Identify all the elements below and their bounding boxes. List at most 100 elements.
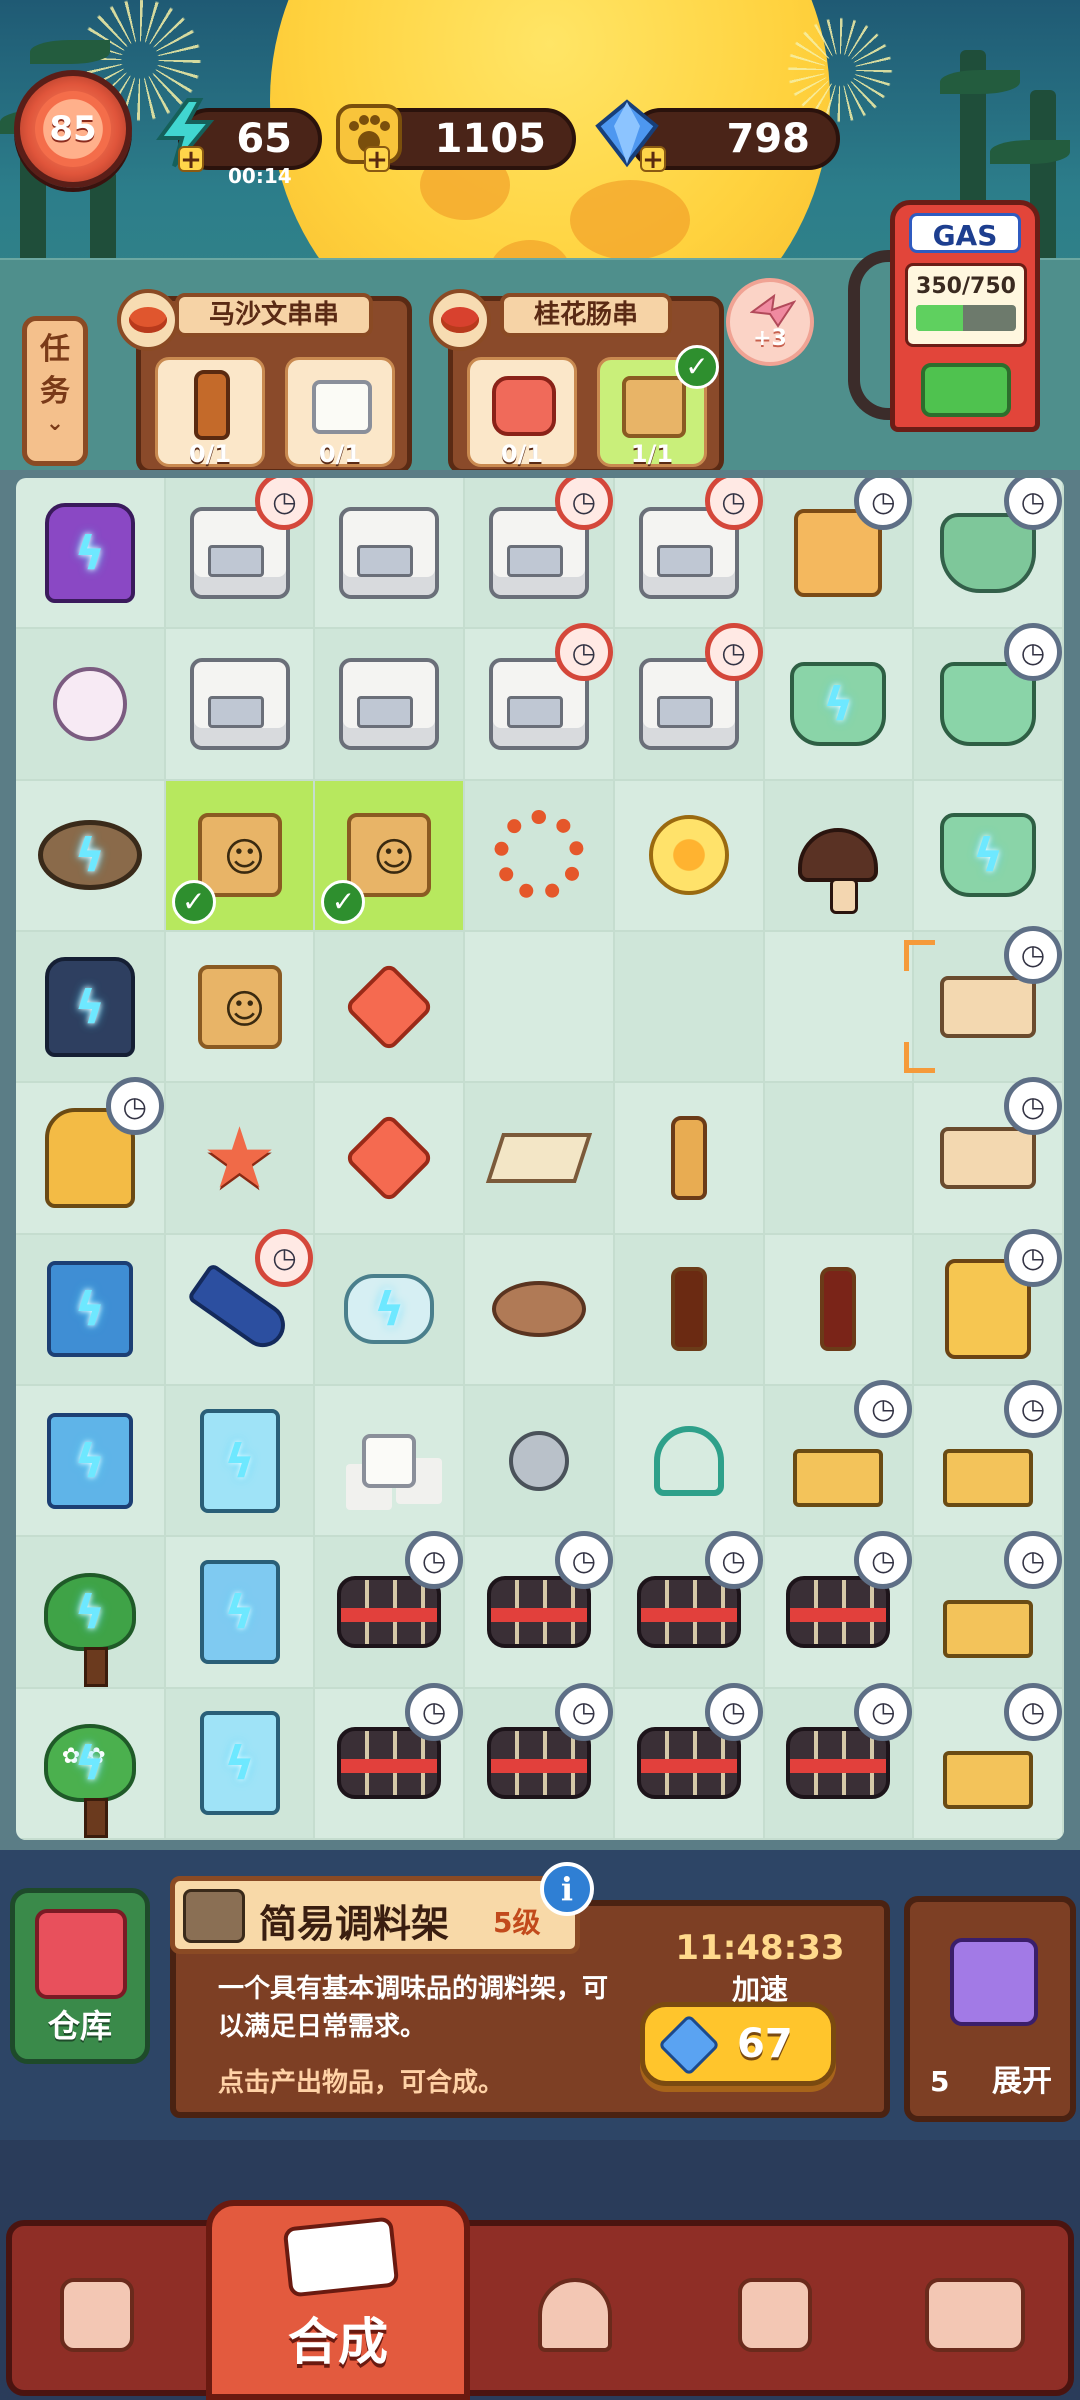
board-cell[interactable] [614, 780, 765, 932]
small-takeout-bag-item[interactable] [188, 955, 292, 1059]
board-cell[interactable]: ϟ [16, 1234, 166, 1386]
red-gem-small-item[interactable] [337, 1106, 441, 1210]
board-cell[interactable] [614, 1234, 765, 1386]
board-cell[interactable]: ◷ [614, 1682, 765, 1840]
board-cell[interactable] [465, 1385, 615, 1538]
coin-plus-icon[interactable]: + [364, 146, 390, 173]
board-cell[interactable]: ◷ [764, 478, 915, 630]
gem-plus-icon[interactable]: + [640, 146, 666, 173]
board-cell[interactable]: ϟ [165, 1688, 316, 1840]
gas-refill-button[interactable] [921, 363, 1011, 417]
bowl-generator-item[interactable]: ϟ [37, 803, 142, 907]
board-cell[interactable]: ϟ [315, 1234, 466, 1386]
sauce-bottle-item[interactable] [637, 1106, 741, 1210]
board-cell[interactable]: ϟ [764, 629, 915, 781]
ice-cabinet-item[interactable]: ϟ [188, 1408, 292, 1513]
board-cell[interactable]: ◷ [315, 1531, 466, 1689]
skewer-fryer-item[interactable]: ϟ [786, 652, 890, 756]
board-cell[interactable]: ◷ [914, 1379, 1064, 1538]
nav-travel[interactable] [900, 2250, 1050, 2380]
freezer-item[interactable]: ϟ [188, 1711, 292, 1816]
scissors-item[interactable] [637, 1409, 741, 1513]
board-cell[interactable]: ◷ [764, 1682, 915, 1840]
board-cell[interactable]: ◷ [614, 1531, 765, 1689]
board-cell[interactable] [315, 629, 466, 781]
board-cell[interactable]: ϟ [16, 1385, 166, 1538]
porcelain-egg-item[interactable] [38, 652, 142, 756]
board-cell[interactable]: ◷ [904, 925, 1064, 1084]
oven-item[interactable] [337, 501, 441, 605]
leaf-tree-item[interactable]: ϟ [38, 1560, 142, 1687]
nav-restaurant[interactable] [500, 2250, 650, 2380]
flower-tree-item[interactable]: ϟ [38, 1711, 142, 1839]
player-level-badge[interactable]: 85 [14, 70, 132, 188]
board-cell[interactable]: ◷ [764, 1531, 915, 1689]
board-cell[interactable]: ◷ [914, 478, 1064, 630]
shiitake-mushroom-item[interactable] [786, 803, 890, 915]
speedup-button[interactable]: 67 [640, 2002, 836, 2086]
board-cell[interactable] [764, 1083, 915, 1235]
board-cell[interactable] [465, 1083, 615, 1235]
gas-pump[interactable]: GAS 350/750 [890, 200, 1040, 432]
board-cell[interactable] [614, 931, 765, 1084]
oven-highlighted-item[interactable] [188, 652, 292, 756]
board-cell[interactable]: ϟ [16, 1688, 166, 1840]
board-cell[interactable]: ◷ [465, 478, 615, 630]
board-cell[interactable] [165, 931, 316, 1084]
pepper-cookie-item[interactable] [487, 1257, 591, 1361]
towel-roll-item[interactable]: ϟ [337, 1257, 441, 1361]
board-cell[interactable]: ◷ [914, 1682, 1064, 1840]
board-cell[interactable] [315, 478, 466, 630]
board-cell[interactable] [465, 931, 615, 1084]
osmanthus-flower-item[interactable] [637, 803, 741, 907]
board-cell[interactable]: ◷ [614, 478, 765, 630]
board-cell[interactable]: ◷ [614, 623, 765, 781]
warehouse-button[interactable]: 仓库 [10, 1888, 150, 2064]
recipe-book-item[interactable]: ϟ [38, 1257, 142, 1361]
board-cell[interactable] [165, 629, 316, 781]
gold-book-item[interactable]: ϟ [38, 1409, 142, 1513]
board-cell[interactable]: ◷ [465, 1531, 615, 1689]
board-cell[interactable] [614, 1385, 765, 1538]
reward-bubble[interactable]: +3 [726, 278, 814, 366]
board-cell[interactable]: ◷ [914, 1228, 1064, 1386]
board-cell[interactable] [764, 1234, 915, 1386]
board-cell[interactable]: ϟ [165, 1385, 316, 1538]
nav-shop[interactable] [22, 2250, 172, 2380]
oven-item[interactable] [337, 652, 441, 756]
board-cell[interactable]: ◷ [764, 1379, 915, 1538]
board-cell[interactable]: ◷ [914, 1531, 1064, 1689]
red-crystal-item[interactable] [337, 955, 441, 1059]
order-card-1[interactable]: 马沙文串串 0/1 0/1 [117, 289, 412, 474]
board-cell[interactable]: ◷ [914, 1077, 1064, 1235]
board-cell[interactable] [764, 931, 915, 1084]
board-cell[interactable] [315, 1083, 466, 1235]
board-cell[interactable]: ◷ [165, 1228, 316, 1386]
board-cell[interactable]: ϟ [16, 1537, 166, 1689]
chili-jar-item[interactable] [637, 1257, 741, 1361]
board-cell[interactable]: ★ [165, 1083, 316, 1235]
expand-inventory-button[interactable]: 5 展开 [904, 1896, 1076, 2122]
energy-plus-icon[interactable]: + [178, 146, 204, 173]
board-cell[interactable]: ◷ [165, 478, 316, 630]
order-card-2[interactable]: 桂花肠串 0/1 1/1 ✓ [429, 289, 724, 474]
dark-bag-generator-item[interactable]: ϟ [38, 955, 142, 1059]
board-cell[interactable]: ✓ [315, 780, 466, 932]
skewer-cart-item[interactable]: ϟ [936, 803, 1040, 907]
sugar-cubes-item[interactable] [337, 1409, 441, 1513]
open-cabinet-item[interactable]: ϟ [188, 1559, 292, 1664]
board-cell[interactable]: ◷ [16, 1077, 166, 1235]
info-icon[interactable]: i [540, 1862, 594, 1916]
board-cell[interactable]: ◷ [315, 1682, 466, 1840]
nav-merge[interactable]: 合成 [206, 2200, 470, 2400]
maple-wreath-item[interactable] [487, 803, 591, 907]
board-cell[interactable] [764, 780, 915, 932]
board-cell[interactable]: ✓ [165, 780, 316, 932]
screw-item[interactable] [487, 1409, 591, 1513]
board-cell[interactable]: ◷ [914, 623, 1064, 781]
board-cell[interactable]: ◷ [465, 1682, 615, 1840]
board-cell[interactable]: ϟ [16, 931, 166, 1084]
board-cell[interactable] [465, 1234, 615, 1386]
board-cell[interactable]: ϟ [914, 780, 1064, 932]
board-cell[interactable] [315, 931, 466, 1084]
